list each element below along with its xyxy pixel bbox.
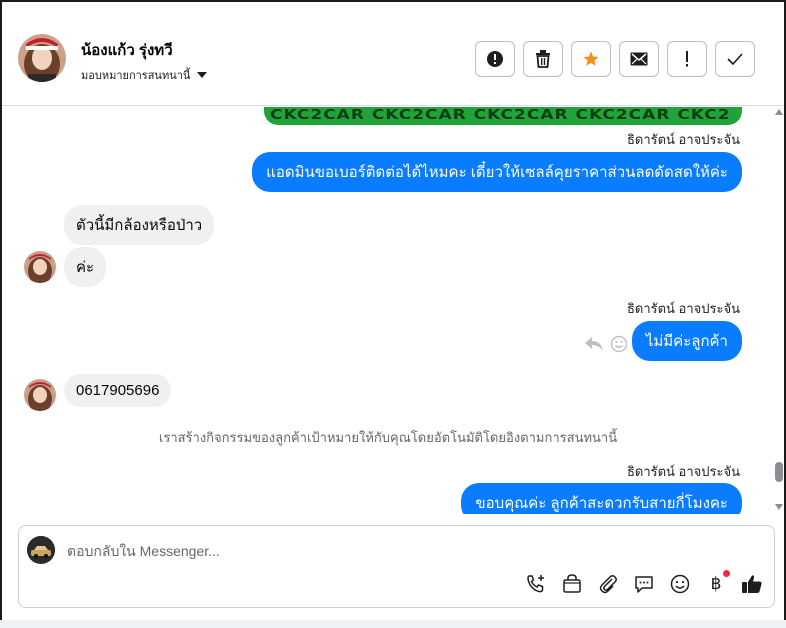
star-button[interactable] [571,41,611,77]
conversation-header: น้องแก้ว รุ่งทวี มอบหมายการสนทนานี้ [2,2,784,106]
conversation-panel: น้องแก้ว รุ่งทวี มอบหมายการสนทนานี้ CKC2… [0,0,786,628]
reply-composer: ฿ [18,525,775,608]
trash-icon [536,50,550,68]
delete-button[interactable] [523,41,563,77]
caret-down-icon [197,72,208,78]
scroll-up-arrow-icon[interactable] [775,109,783,115]
message-thread[interactable]: CKC2CAR CKC2CAR CKC2CAR CKC2CAR CKC2 ธิด… [4,107,772,514]
shared-image-attachment[interactable]: CKC2CAR CKC2CAR CKC2CAR CKC2CAR CKC2 [264,107,742,125]
react-smiley-icon[interactable] [610,335,628,353]
mark-unread-button[interactable] [619,41,659,77]
attach-button[interactable] [597,573,619,595]
baht-icon: ฿ [710,574,722,594]
shopping-bag-icon [563,574,581,593]
assign-label: มอบหมายการสนทนานี้ [81,70,191,82]
composer-tools: ฿ [525,570,763,595]
message-bubble-outgoing[interactable]: ขอบคุณค่ะ ลูกค้าสะดวกรับสายกี่โมงคะ [461,483,742,514]
call-add-button[interactable] [525,573,547,595]
star-icon [583,51,599,66]
message-sender: ธิดารัตน์ อาจประจัน [626,132,740,147]
payment-button[interactable]: ฿ [705,570,730,595]
paperclip-icon [599,575,617,594]
mark-spam-button[interactable] [475,41,515,77]
shop-button[interactable] [561,573,583,595]
envelope-icon [630,52,648,66]
system-note: เราสร้างกิจกรรมของลูกค้าเป้าหมายให้กับคุ… [158,430,618,445]
thread-scrollbar[interactable] [773,107,785,514]
assign-conversation-dropdown[interactable]: มอบหมายการสนทนานี้ [81,66,208,84]
contact-avatar[interactable] [18,34,66,82]
contact-avatar-small [24,251,56,283]
bottom-strip [0,620,786,628]
follow-up-button[interactable] [667,41,707,77]
page-avatar [27,536,55,564]
message-hover-actions [584,335,628,353]
exclamation-icon [686,51,688,67]
saved-replies-button[interactable] [633,573,655,595]
mark-done-button[interactable] [715,41,755,77]
message-sender: ธิดารัตน์ อาจประจัน [626,301,740,316]
header-actions [475,41,755,77]
alert-circle-icon [487,51,503,67]
message-bubble-incoming[interactable]: 0617905696 [64,374,172,407]
contact-name: น้องแก้ว รุ่งทวี [81,42,173,59]
scroll-down-arrow-icon[interactable] [775,504,783,510]
scroll-thumb[interactable] [775,462,783,482]
message-sender: ธิดารัตน์ อาจประจัน [626,464,740,479]
emoji-button[interactable] [669,573,691,595]
thumbs-up-icon [742,575,762,593]
contact-avatar-small [24,379,56,411]
notification-dot [723,570,730,577]
reply-icon[interactable] [584,335,604,353]
message-bubble-outgoing[interactable]: ไม่มีค่ะลูกค้า [631,321,742,361]
reply-input[interactable] [67,540,627,562]
phone-add-icon [527,575,544,593]
message-bubble-outgoing[interactable]: แอดมินขอเบอร์ติดต่อได้ไหมคะ เดี๋ยวให้เซล… [252,152,742,192]
smiley-icon [670,574,690,594]
banner-text: CKC2CAR CKC2CAR CKC2CAR CKC2CAR CKC2 [270,107,731,123]
chat-bubble-icon [635,576,653,593]
message-bubble-incoming[interactable]: ตัวนี้มีกล้องหรือป่าว [64,205,215,245]
message-bubble-incoming[interactable]: ค่ะ [64,247,107,287]
like-button[interactable] [741,573,763,595]
check-icon [727,53,743,65]
